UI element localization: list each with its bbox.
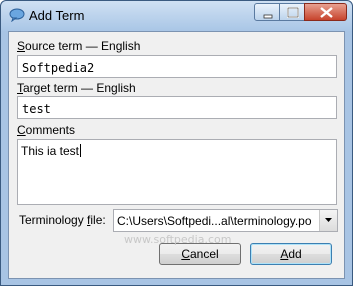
target-term-input[interactable]: test	[17, 96, 337, 119]
comments-label: Comments	[17, 123, 76, 137]
softpedia-watermark: www.softpedia.com	[124, 233, 232, 246]
terminology-file-value: C:\Users\Softpedi...al\terminology.po	[117, 214, 312, 228]
add-button[interactable]: Add	[250, 243, 332, 265]
terminology-file-select[interactable]: C:\Users\Softpedi...al\terminology.po	[113, 209, 338, 232]
target-term-value: test	[22, 102, 51, 116]
minimize-icon	[263, 14, 273, 19]
target-term-label: Target term — English	[17, 81, 136, 95]
terminology-file-label: Terminology file:	[19, 213, 106, 227]
close-button[interactable]	[304, 3, 347, 21]
cancel-button[interactable]: Cancel	[159, 243, 241, 265]
maximize-button[interactable]	[279, 3, 305, 21]
close-icon	[320, 7, 333, 18]
title-bar[interactable]: Add Term	[1, 1, 352, 31]
comments-textarea[interactable]: This ia test	[17, 139, 337, 205]
add-term-window: Add Term Source term — English Softpedia…	[0, 0, 353, 286]
minimize-button[interactable]	[254, 3, 280, 21]
source-term-value: Softpedia2	[22, 61, 95, 75]
window-title: Add Term	[29, 8, 85, 23]
source-term-input[interactable]: Softpedia2	[17, 55, 337, 78]
dropdown-button[interactable]	[319, 210, 337, 231]
comments-value: This ia test	[21, 144, 82, 158]
source-term-label: Source term — English	[17, 39, 141, 53]
chevron-down-icon	[325, 218, 332, 222]
text-caret	[80, 144, 82, 157]
speech-bubble-icon	[9, 8, 25, 23]
maximize-icon	[287, 7, 299, 18]
